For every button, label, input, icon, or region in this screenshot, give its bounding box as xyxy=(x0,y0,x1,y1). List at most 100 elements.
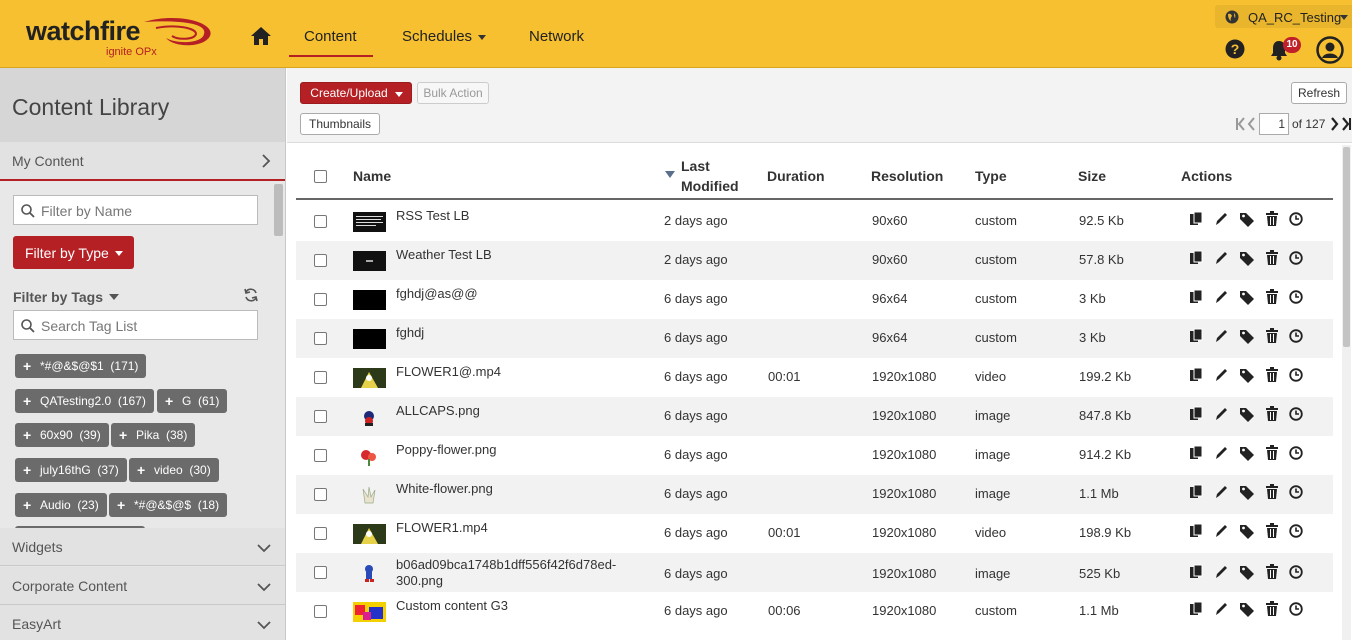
row-checkbox[interactable] xyxy=(314,293,327,306)
bulk-action-button[interactable]: Bulk Action xyxy=(417,82,489,104)
column-last-modified-top[interactable]: Last xyxy=(681,158,710,174)
column-resolution[interactable]: Resolution xyxy=(871,168,943,184)
content-name[interactable]: fghdj xyxy=(396,325,424,340)
next-page-icon[interactable] xyxy=(1331,117,1339,131)
tag-icon[interactable] xyxy=(1239,328,1255,344)
main-scrollbar[interactable] xyxy=(1342,145,1351,640)
edit-pencil-icon[interactable] xyxy=(1214,211,1228,227)
tag-icon[interactable] xyxy=(1239,367,1255,383)
schedule-clock-icon[interactable] xyxy=(1289,523,1303,539)
copy-icon[interactable] xyxy=(1189,484,1203,500)
tag-chip[interactable]: +60x90 (39) xyxy=(15,423,109,447)
edit-pencil-icon[interactable] xyxy=(1214,289,1228,305)
schedule-clock-icon[interactable] xyxy=(1289,406,1303,422)
content-name[interactable]: FLOWER1@.mp4 xyxy=(396,364,501,379)
trash-icon[interactable] xyxy=(1266,564,1278,580)
row-checkbox[interactable] xyxy=(314,527,327,540)
tag-icon[interactable] xyxy=(1239,445,1255,461)
trash-icon[interactable] xyxy=(1266,484,1278,500)
table-row[interactable]: Custom content G3 6 days ago 00:06 1920x108… xyxy=(296,592,1333,631)
chevron-down-icon[interactable] xyxy=(109,294,119,300)
trash-icon[interactable] xyxy=(1266,367,1278,383)
user-avatar-icon[interactable] xyxy=(1316,36,1344,64)
home-icon[interactable] xyxy=(249,24,273,48)
edit-pencil-icon[interactable] xyxy=(1214,523,1228,539)
watchfire-logo[interactable]: watchfire ignite OPx xyxy=(26,14,216,60)
content-thumbnail[interactable] xyxy=(353,212,386,232)
row-checkbox[interactable] xyxy=(314,449,327,462)
sidebar-section-my-content[interactable]: My Content xyxy=(0,142,285,181)
nav-content[interactable]: Content xyxy=(304,28,357,45)
content-thumbnail[interactable] xyxy=(353,524,386,544)
row-checkbox[interactable] xyxy=(314,410,327,423)
copy-icon[interactable] xyxy=(1189,523,1203,539)
refresh-button[interactable]: Refresh xyxy=(1291,82,1347,104)
content-name[interactable]: Custom content G3 xyxy=(396,598,508,613)
edit-pencil-icon[interactable] xyxy=(1214,564,1228,580)
content-name[interactable]: b06ad09bca1748b1dff556f42f6d78ed- xyxy=(396,557,616,572)
table-row[interactable]: RSS Test LB 2 days ago 90x60 custom 92.5 Kb xyxy=(296,202,1333,241)
trash-icon[interactable] xyxy=(1266,211,1278,227)
sidebar-section-corporate-content[interactable]: Corporate Content xyxy=(0,567,285,605)
column-last-modified-bottom[interactable]: Modified xyxy=(681,178,739,194)
table-row[interactable]: White-flower.png 6 days ago 1920x1080 image… xyxy=(296,475,1333,514)
tag-chip[interactable]: + *#@&$@$1 (171) xyxy=(15,354,147,378)
refresh-icon[interactable] xyxy=(243,287,259,303)
thumbnails-button[interactable]: Thumbnails xyxy=(300,113,380,135)
column-name[interactable]: Name xyxy=(353,168,391,184)
schedule-clock-icon[interactable] xyxy=(1289,250,1303,266)
content-thumbnail[interactable] xyxy=(353,446,386,466)
trash-icon[interactable] xyxy=(1266,406,1278,422)
trash-icon[interactable] xyxy=(1266,328,1278,344)
content-name[interactable]: RSS Test LB xyxy=(396,208,469,223)
tag-icon[interactable] xyxy=(1239,211,1255,227)
content-name-line2[interactable]: 300.png xyxy=(396,573,443,588)
tag-chip[interactable]: + july16thG (37) xyxy=(15,458,127,482)
content-name[interactable]: fghdj@as@@ xyxy=(396,286,478,301)
trash-icon[interactable] xyxy=(1266,523,1278,539)
create-upload-button[interactable]: Create/Upload xyxy=(300,82,412,104)
tag-icon[interactable] xyxy=(1239,601,1255,617)
tag-chip[interactable]: + Audio (23) xyxy=(15,493,107,517)
content-thumbnail[interactable] xyxy=(353,602,386,622)
tag-icon[interactable] xyxy=(1239,523,1255,539)
sidebar-section-widgets[interactable]: Widgets xyxy=(0,528,285,566)
copy-icon[interactable] xyxy=(1189,601,1203,617)
trash-icon[interactable] xyxy=(1266,601,1278,617)
content-thumbnail[interactable] xyxy=(353,290,386,310)
edit-pencil-icon[interactable] xyxy=(1214,484,1228,500)
tag-icon[interactable] xyxy=(1239,406,1255,422)
content-name[interactable]: ALLCAPS.png xyxy=(396,403,480,418)
tag-icon[interactable] xyxy=(1239,564,1255,580)
content-name[interactable]: Poppy-flower.png xyxy=(396,442,496,457)
table-row[interactable]: fghdj@as@@ 6 days ago 96x64 custom 3 Kb xyxy=(296,280,1333,319)
edit-pencil-icon[interactable] xyxy=(1214,250,1228,266)
select-all-checkbox[interactable] xyxy=(314,170,327,183)
table-row[interactable]: b06ad09bca1748b1dff556f42f6d78ed- 300.png… xyxy=(296,553,1333,592)
search-tag-input[interactable]: Search Tag List xyxy=(13,310,258,340)
tag-chip[interactable]: + QATesting2.0 (167) xyxy=(15,389,154,413)
edit-pencil-icon[interactable] xyxy=(1214,367,1228,383)
row-checkbox[interactable] xyxy=(314,488,327,501)
copy-icon[interactable] xyxy=(1189,406,1203,422)
tag-chip[interactable]: + *#@&$@$ (18) xyxy=(109,493,228,517)
tenant-selector[interactable]: QA_RC_Testing xyxy=(1215,5,1352,28)
nav-schedules[interactable]: Schedules xyxy=(402,28,487,45)
trash-icon[interactable] xyxy=(1266,445,1278,461)
tag-chip[interactable]: + G (61) xyxy=(157,389,228,413)
content-thumbnail[interactable] xyxy=(353,563,386,583)
table-row[interactable]: Poppy-flower.png 6 days ago 1920x1080 image… xyxy=(296,436,1333,475)
row-checkbox[interactable] xyxy=(314,254,327,267)
edit-pencil-icon[interactable] xyxy=(1214,445,1228,461)
table-row[interactable]: FLOWER1.mp4 6 days ago 00:01 1920x1080 video… xyxy=(296,514,1333,553)
column-size[interactable]: Size xyxy=(1078,168,1106,184)
filter-name-input[interactable]: Filter by Name xyxy=(13,195,258,225)
trash-icon[interactable] xyxy=(1266,289,1278,305)
row-checkbox[interactable] xyxy=(314,215,327,228)
content-name[interactable]: White-flower.png xyxy=(396,481,493,496)
schedule-clock-icon[interactable] xyxy=(1289,445,1303,461)
edit-pencil-icon[interactable] xyxy=(1214,601,1228,617)
schedule-clock-icon[interactable] xyxy=(1289,328,1303,344)
tag-icon[interactable] xyxy=(1239,484,1255,500)
copy-icon[interactable] xyxy=(1189,289,1203,305)
